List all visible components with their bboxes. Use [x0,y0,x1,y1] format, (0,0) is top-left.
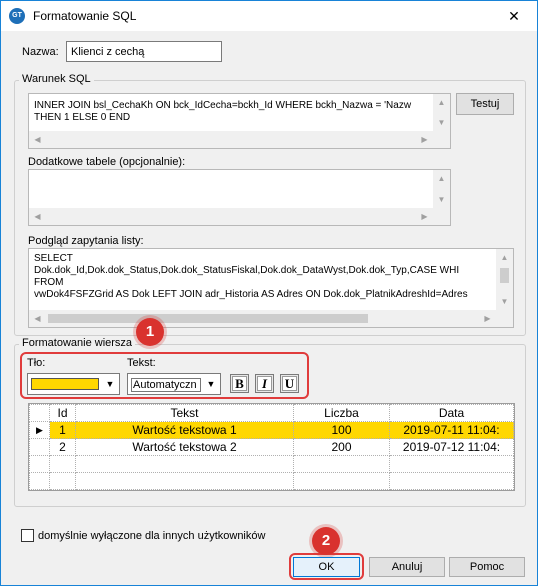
extra-tables-label: Dodatkowe tabele (opcjonalnie): [28,156,186,168]
scroll-left-icon[interactable]: ◀ [29,131,46,148]
preview-line: FROM [34,277,64,288]
name-input-value: Klienci z cechą [71,46,145,58]
horizontal-scrollbar[interactable]: ◀ ▶ [29,310,496,327]
horizontal-scrollbar[interactable]: ◀ ▶ [29,208,433,225]
scroll-down-icon[interactable]: ▼ [496,293,513,310]
scroll-corner [433,131,450,148]
preview-line: Dok.dok_Id,Dok.dok_Status,Dok.dok_Status… [34,265,460,276]
text-label: Tekst: [127,357,156,369]
close-icon[interactable]: ✕ [491,1,537,31]
step-badge-1: 1 [136,318,164,346]
scroll-left-icon[interactable]: ◀ [29,208,46,225]
scroll-down-icon[interactable]: ▼ [433,191,450,208]
chevron-down-icon[interactable]: ▼ [101,374,119,394]
app-logo-icon: GT [9,8,25,24]
scroll-up-icon[interactable]: ▲ [433,170,450,187]
underline-icon: U [282,376,297,391]
scroll-corner [433,208,450,225]
extra-tables-editor[interactable]: ▲ ▼ ◀ ▶ [28,169,451,226]
background-color-picker[interactable]: ▼ [27,373,120,395]
cancel-button[interactable]: Anuluj [369,557,445,577]
vertical-scrollbar[interactable]: ▲ ▼ [433,170,450,208]
column-header-id[interactable]: Id [49,404,76,422]
bold-button[interactable]: B [230,374,249,393]
dialog-window: GT Formatowanie SQL ✕ Nazwa: Klienci z c… [0,0,538,586]
query-preview-editor[interactable]: SELECT Dok.dok_Id,Dok.dok_Status,Dok.dok… [28,248,514,328]
background-color-swatch [31,378,99,390]
scroll-thumb[interactable] [500,268,509,283]
cell-count: 100 [293,421,390,439]
default-off-checkbox[interactable] [21,529,34,542]
row-indicator [29,438,50,456]
scroll-left-icon[interactable]: ◀ [29,310,46,327]
test-button[interactable]: Testuj [456,93,514,115]
background-label: Tło: [27,357,46,369]
table-row-empty [29,472,514,490]
row-selected-icon: ▶ [29,421,50,439]
column-header-date[interactable]: Data [389,404,514,422]
scroll-right-icon[interactable]: ▶ [416,131,433,148]
cell-date: 2019-07-12 11:04: [389,438,514,456]
preview-line: vwDok4FSFZGrid AS Dok LEFT JOIN adr_Hist… [34,289,468,300]
sql-condition-title: Warunek SQL [19,73,94,85]
italic-button[interactable]: I [255,374,274,393]
scroll-thumb[interactable] [48,314,368,323]
italic-icon: I [257,376,272,391]
table-row[interactable]: 2 Wartość tekstowa 2 200 2019-07-12 11:0… [29,438,514,456]
scroll-right-icon[interactable]: ▶ [479,310,496,327]
cell-id: 2 [49,438,76,456]
scroll-right-icon[interactable]: ▶ [416,208,433,225]
cell-count: 200 [293,438,390,456]
scroll-up-icon[interactable]: ▲ [433,94,450,111]
cell-id: 1 [49,421,76,439]
text-color-select[interactable]: Automatyczn ▼ [127,373,221,395]
scroll-up-icon[interactable]: ▲ [496,249,513,266]
ok-button[interactable]: OK [293,557,360,577]
help-button[interactable]: Pomoc [449,557,525,577]
cell-date: 2019-07-11 11:04: [389,421,514,439]
underline-button[interactable]: U [280,374,299,393]
text-color-value: Automatyczn [131,378,201,392]
bold-icon: B [232,376,247,391]
sql-condition-line: THEN 1 ELSE 0 END [34,112,131,123]
name-input[interactable]: Klienci z cechą [66,41,222,62]
table-row-empty [29,455,514,473]
row-indicator-header [29,404,50,422]
column-header-count[interactable]: Liczba [293,404,390,422]
column-header-text[interactable]: Tekst [75,404,294,422]
row-format-title: Formatowanie wiersza [19,337,136,349]
vertical-scrollbar[interactable]: ▲ ▼ [433,94,450,131]
preview-label: Podgląd zapytania listy: [28,235,144,247]
preview-line: SELECT [34,253,73,264]
vertical-scrollbar[interactable]: ▲ ▼ [496,249,513,310]
chevron-down-icon[interactable]: ▼ [202,374,220,394]
default-off-label: domyślnie wyłączone dla innych użytkowni… [38,530,266,542]
horizontal-scrollbar[interactable]: ◀ ▶ [29,131,433,148]
preview-table[interactable]: Id Tekst Liczba Data ▶ 1 Wartość tekstow… [28,403,515,491]
step-badge-2: 2 [312,527,340,555]
cell-text: Wartość tekstowa 2 [75,438,294,456]
sql-condition-editor[interactable]: INNER JOIN bsl_CechaKh ON bck_IdCecha=bc… [28,93,451,149]
table-row[interactable]: ▶ 1 Wartość tekstowa 1 100 2019-07-11 11… [29,421,514,439]
scroll-down-icon[interactable]: ▼ [433,114,450,131]
window-title: Formatowanie SQL [33,9,137,23]
sql-condition-line: INNER JOIN bsl_CechaKh ON bck_IdCecha=bc… [34,100,412,111]
title-bar: GT Formatowanie SQL ✕ [1,1,537,31]
name-label: Nazwa: [22,46,59,58]
scroll-corner [496,310,513,327]
cell-text: Wartość tekstowa 1 [75,421,294,439]
